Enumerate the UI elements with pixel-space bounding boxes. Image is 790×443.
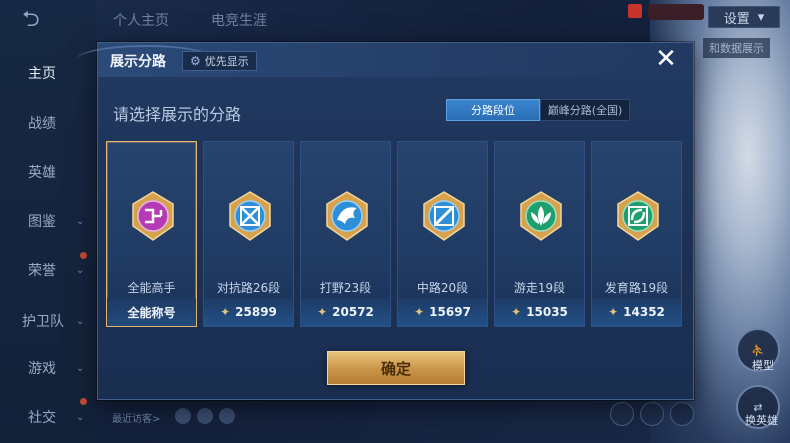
lane-card-footer: ✦ 20572 <box>301 298 390 326</box>
lane-name: 全能高手 <box>127 281 176 295</box>
chevron-down-icon: ⌄ <box>76 362 85 374</box>
roam-emblem-icon <box>520 191 562 241</box>
lane-card[interactable]: 全能高手 全能称号 <box>106 141 197 327</box>
tab-esports-career[interactable]: 电竞生涯 <box>211 10 267 30</box>
sidebar-item-game[interactable]: 游戏 ⌄ <box>0 353 95 383</box>
recent-visitors-link[interactable]: 最近访客> <box>112 410 160 425</box>
data-display-tag[interactable]: 和数据展示 <box>703 38 770 58</box>
tab-lane-rank[interactable]: 分路段位 <box>446 99 540 121</box>
person-icon: ⛹ <box>751 343 765 357</box>
sidebar-item-gallery[interactable]: 图鉴 ⌄ <box>0 206 95 236</box>
visitor-avatars <box>175 408 235 424</box>
settings-button[interactable]: 设置 ▾ <box>708 6 780 28</box>
sidebar-item-social[interactable]: 社交 ⌄ <box>0 402 95 432</box>
lane-card[interactable]: 游走19段 ✦ 15035 <box>494 141 585 327</box>
shortcut-icon[interactable] <box>670 402 694 426</box>
notification-dot <box>80 398 87 405</box>
dialog-title: 展示分路 <box>110 54 166 70</box>
quick-buttons <box>610 402 694 426</box>
title-label: 全能称号 <box>127 305 176 320</box>
farm-lane-emblem-icon <box>617 191 659 241</box>
sidebar-item-guard-team[interactable]: 护卫队 ⌄ <box>0 306 95 336</box>
tab-peak-lane-national[interactable]: 巅峰分路(全国) <box>540 99 630 121</box>
lane-card-footer: ✦ 14352 <box>592 298 681 326</box>
avatar[interactable] <box>197 408 213 424</box>
chevron-down-icon: ⌄ <box>76 315 85 327</box>
chevron-down-icon: ⌄ <box>76 264 85 276</box>
lane-name: 游走19段 <box>513 281 566 295</box>
score-icon: ✦ <box>317 305 328 319</box>
switch-hero-label: 换英雄 <box>745 414 778 427</box>
score-icon: ✦ <box>220 305 231 319</box>
lane-score: 15697 <box>429 305 471 319</box>
sidebar-item-honor[interactable]: 荣誉 ⌄ <box>0 255 95 285</box>
gear-icon: ⚙ <box>190 54 201 68</box>
lane-score: 20572 <box>332 305 374 319</box>
lane-display-dialog: 展示分路 ⚙ 优先显示 ✕ 请选择展示的分路 分路段位 巅峰分路(全国) 全能高… <box>76 42 695 400</box>
flag-icon <box>628 4 642 18</box>
model-label: 模型 <box>752 359 774 372</box>
chevron-down-icon: ⌄ <box>76 215 85 227</box>
priority-display-button[interactable]: ⚙ 优先显示 <box>182 51 257 71</box>
chevron-down-icon: ⌄ <box>76 411 85 423</box>
dialog-subtitle: 请选择展示的分路 <box>113 105 242 124</box>
lane-card-footer: ✦ 15697 <box>398 298 487 326</box>
score-icon: ✦ <box>511 305 522 319</box>
lane-card[interactable]: 发育路19段 ✦ 14352 <box>591 141 682 327</box>
lane-card[interactable]: 打野23段 ✦ 20572 <box>300 141 391 327</box>
lane-score: 14352 <box>623 305 665 319</box>
lane-card-footer: 全能称号 <box>107 298 196 326</box>
score-icon: ✦ <box>414 305 425 319</box>
avatar[interactable] <box>219 408 235 424</box>
top-tabs: 个人主页 电竞生涯 <box>95 0 695 36</box>
avatar[interactable] <box>175 408 191 424</box>
lane-card-list: 全能高手 全能称号 对抗路26段 ✦ 25899 打野23段 ✦ 20572 中… <box>106 141 686 327</box>
lane-card-footer: ✦ 25899 <box>204 298 293 326</box>
lane-card[interactable]: 对抗路26段 ✦ 25899 <box>203 141 294 327</box>
chevron-down-icon: ▾ <box>757 9 765 25</box>
tab-profile[interactable]: 个人主页 <box>113 10 169 30</box>
lane-name: 打野23段 <box>319 281 372 295</box>
confirm-button[interactable]: 确定 <box>327 351 465 385</box>
shortcut-icon[interactable] <box>640 402 664 426</box>
back-arrow-icon[interactable]: ⮌ <box>22 8 64 32</box>
lane-card[interactable]: 中路20段 ✦ 15697 <box>397 141 488 327</box>
jungle-emblem-icon <box>326 191 368 241</box>
score-icon: ✦ <box>608 305 619 319</box>
lane-score: 15035 <box>526 305 568 319</box>
sidebar-item-heroes[interactable]: 英雄 <box>0 157 95 187</box>
close-icon[interactable]: ✕ <box>653 46 679 72</box>
all-round-emblem-icon <box>132 191 174 241</box>
lane-name: 中路20段 <box>416 281 469 295</box>
lane-score: 25899 <box>235 305 277 319</box>
sidebar-item-record[interactable]: 战绩 <box>0 108 95 138</box>
priority-display-label: 优先显示 <box>204 55 249 68</box>
clash-lane-emblem-icon <box>229 191 271 241</box>
lane-name: 对抗路26段 <box>216 281 281 295</box>
shortcut-icon[interactable] <box>610 402 634 426</box>
mid-lane-emblem-icon <box>423 191 465 241</box>
status-badge <box>648 4 704 20</box>
lane-name: 发育路19段 <box>604 281 669 295</box>
lane-card-footer: ✦ 15035 <box>495 298 584 326</box>
notification-dot <box>80 252 87 259</box>
